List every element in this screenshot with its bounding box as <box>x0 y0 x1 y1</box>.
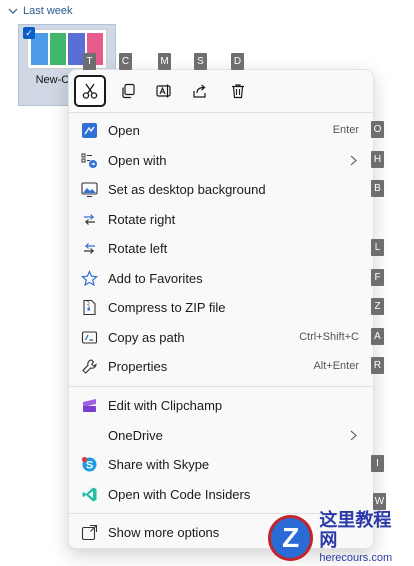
menu-item-shortcut: Alt+Enter <box>313 360 359 372</box>
menu-item-label: Rotate left <box>108 241 168 256</box>
access-key-open: O <box>371 121 384 138</box>
svg-text:S: S <box>86 460 93 472</box>
menu-item-open-with-code-insiders[interactable]: Open with Code Insiders <box>69 480 373 509</box>
rename-icon <box>156 84 171 98</box>
access-key-code-insiders: W <box>373 493 386 510</box>
open-with-icon <box>81 152 98 169</box>
rename-button[interactable] <box>148 75 180 107</box>
menu-item-label: Open with Code Insiders <box>108 487 251 502</box>
group-header-label: Last week <box>23 5 73 17</box>
copy-icon <box>122 83 135 99</box>
chevron-right-icon <box>350 155 357 166</box>
menu-item-rotate-left[interactable]: Rotate left <box>69 234 373 263</box>
vscode-icon <box>81 486 98 503</box>
rotate-right-icon <box>81 211 98 228</box>
copy-button[interactable] <box>112 75 144 107</box>
access-key-share: S <box>194 53 207 70</box>
more-options-icon <box>81 524 98 541</box>
access-key-open-with: H <box>371 151 384 168</box>
clipchamp-icon <box>81 397 98 414</box>
skype-icon: S <box>81 456 98 473</box>
menu-item-label: Add to Favorites <box>108 271 203 286</box>
menu-separator <box>69 112 373 113</box>
group-header-last-week[interactable]: Last week <box>8 5 73 17</box>
wrench-icon <box>81 358 98 375</box>
menu-item-label: Show more options <box>108 525 220 540</box>
zip-icon <box>81 299 98 316</box>
access-key-cut: T <box>83 53 96 70</box>
cut-button[interactable] <box>74 75 106 107</box>
chevron-down-icon <box>8 8 18 14</box>
access-key-rotate-left: L <box>371 239 384 256</box>
access-key-delete: D <box>231 53 244 70</box>
menu-item-copy-as-path[interactable]: Copy as path Ctrl+Shift+C <box>69 323 373 352</box>
menu-item-label: Share with Skype <box>108 457 210 472</box>
access-key-add-favorites: F <box>371 269 384 286</box>
menu-item-properties[interactable]: Properties Alt+Enter <box>69 352 373 381</box>
menu-item-open[interactable]: Open Enter <box>69 116 373 145</box>
access-key-properties: R <box>371 357 384 374</box>
menu-separator <box>69 386 373 387</box>
menu-item-shortcut: Ctrl+Shift+C <box>299 331 359 343</box>
menu-item-label: Compress to ZIP file <box>108 300 226 315</box>
menu-item-compress-to-zip[interactable]: Compress to ZIP file <box>69 293 373 322</box>
share-button[interactable] <box>184 75 216 107</box>
menu-item-label: Open <box>108 123 140 138</box>
menu-item-label: Properties <box>108 359 168 374</box>
menu-item-label: Rotate right <box>108 212 176 227</box>
selection-checkbox[interactable]: ✓ <box>23 27 35 39</box>
desktop-background-icon <box>81 181 98 198</box>
watermark-text: 这里教程网 herecours.com <box>319 511 408 565</box>
watermark: Z 这里教程网 herecours.com <box>268 511 408 565</box>
access-key-compress-zip: Z <box>371 298 384 315</box>
menu-item-label: OneDrive <box>108 428 163 443</box>
context-menu: Open Enter Open with Set as desktop back… <box>68 69 374 549</box>
delete-button[interactable] <box>222 75 254 107</box>
menu-item-onedrive[interactable]: OneDrive <box>69 421 373 450</box>
menu-item-label: Open with <box>108 153 167 168</box>
watermark-logo: Z <box>268 515 314 561</box>
chevron-right-icon <box>350 430 357 441</box>
watermark-url: herecours.com <box>319 552 393 564</box>
rotate-left-icon <box>81 240 98 257</box>
menu-item-label: Copy as path <box>108 330 185 345</box>
menu-item-label: Edit with Clipchamp <box>108 398 223 413</box>
open-app-icon <box>81 122 98 139</box>
access-key-set-background: B <box>371 180 384 197</box>
star-icon <box>81 270 98 287</box>
menu-item-add-to-favorites[interactable]: Add to Favorites <box>69 264 373 293</box>
access-key-copy-path: A <box>371 328 384 345</box>
menu-item-shortcut: Enter <box>332 124 359 136</box>
menu-item-share-with-skype[interactable]: S Share with Skype <box>69 450 373 479</box>
access-key-copy: C <box>119 53 132 70</box>
menu-item-set-desktop-background[interactable]: Set as desktop background <box>69 175 373 204</box>
access-key-rename: M <box>158 53 171 70</box>
share-icon <box>193 84 206 98</box>
scissors-icon <box>82 83 98 99</box>
menu-item-rotate-right[interactable]: Rotate right <box>69 205 373 234</box>
access-key-skype: I <box>371 455 384 472</box>
menu-item-edit-with-clipchamp[interactable]: Edit with Clipchamp <box>69 391 373 420</box>
menu-item-open-with[interactable]: Open with <box>69 146 373 175</box>
trash-icon <box>232 84 244 99</box>
copy-path-icon <box>81 329 98 346</box>
menu-item-label: Set as desktop background <box>108 182 266 197</box>
watermark-title: 这里教程网 <box>319 510 392 551</box>
context-toolbar <box>69 70 373 112</box>
